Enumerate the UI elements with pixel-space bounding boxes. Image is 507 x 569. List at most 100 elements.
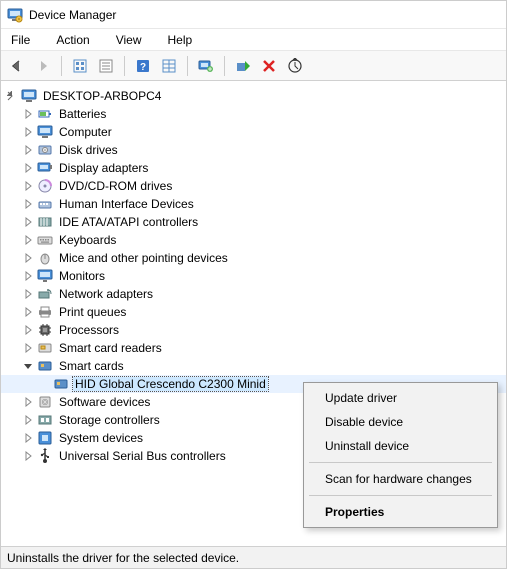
menu-file[interactable]: File <box>7 31 34 49</box>
category-label: Universal Serial Bus controllers <box>57 449 228 463</box>
ctx-properties[interactable]: Properties <box>307 500 494 524</box>
menu-view[interactable]: View <box>112 31 146 49</box>
expand-toggle[interactable] <box>21 123 35 141</box>
forward-button[interactable] <box>31 54 55 78</box>
tree-category[interactable]: Processors <box>1 321 506 339</box>
tree-category[interactable]: Computer <box>1 123 506 141</box>
category-label: System devices <box>57 431 145 445</box>
tree-category[interactable]: Print queues <box>1 303 506 321</box>
app-icon <box>7 7 23 23</box>
category-label: Computer <box>57 125 114 139</box>
statusbar-text: Uninstalls the driver for the selected d… <box>7 551 239 565</box>
category-label: DVD/CD-ROM drives <box>57 179 174 193</box>
uninstall-button[interactable] <box>257 54 281 78</box>
expand-toggle[interactable] <box>21 303 35 321</box>
monitor-icon <box>37 268 53 284</box>
enable-device-button[interactable] <box>231 54 255 78</box>
processor-icon <box>37 322 53 338</box>
tree-category[interactable]: Keyboards <box>1 231 506 249</box>
tree-category[interactable]: Batteries <box>1 105 506 123</box>
smartcard-icon <box>37 358 53 374</box>
expand-toggle[interactable] <box>21 411 35 429</box>
toolbar-separator <box>61 56 62 76</box>
category-label: Processors <box>57 323 121 337</box>
computer-icon <box>37 124 53 140</box>
category-label: Smart card readers <box>57 341 164 355</box>
software-device-icon <box>37 394 53 410</box>
toolbar-separator <box>224 56 225 76</box>
view-type-button[interactable] <box>157 54 181 78</box>
expand-toggle[interactable] <box>21 141 35 159</box>
tree-category[interactable]: Network adapters <box>1 285 506 303</box>
mouse-icon <box>37 250 53 266</box>
expand-toggle[interactable] <box>21 177 35 195</box>
expand-toggle[interactable] <box>21 195 35 213</box>
keyboard-icon <box>37 232 53 248</box>
ctx-separator <box>309 495 492 496</box>
device-label: HID Global Crescendo C2300 Minid <box>73 377 268 391</box>
category-label: Mice and other pointing devices <box>57 251 230 265</box>
tree-category[interactable]: Display adapters <box>1 159 506 177</box>
tree-category[interactable]: Mice and other pointing devices <box>1 249 506 267</box>
optical-drive-icon <box>37 178 53 194</box>
expand-toggle[interactable] <box>21 447 35 465</box>
category-label: Keyboards <box>57 233 118 247</box>
expand-toggle[interactable] <box>21 249 35 267</box>
tree-category[interactable]: DVD/CD-ROM drives <box>1 177 506 195</box>
expand-toggle[interactable] <box>21 339 35 357</box>
smartcard-reader-icon <box>37 340 53 356</box>
ctx-update-driver[interactable]: Update driver <box>307 386 494 410</box>
root-label: DESKTOP-ARBOPC4 <box>41 89 163 103</box>
expand-toggle[interactable] <box>21 159 35 177</box>
menu-help[interactable]: Help <box>164 31 197 49</box>
expand-toggle[interactable] <box>21 285 35 303</box>
category-label: Human Interface Devices <box>57 197 196 211</box>
tree-category[interactable]: Smart cards <box>1 357 506 375</box>
network-adapter-icon <box>37 286 53 302</box>
storage-controller-icon <box>37 412 53 428</box>
ctx-scan-hardware[interactable]: Scan for hardware changes <box>307 467 494 491</box>
expand-toggle[interactable] <box>21 213 35 231</box>
toolbar-separator <box>124 56 125 76</box>
display-adapter-icon <box>37 160 53 176</box>
ide-icon <box>37 214 53 230</box>
usb-icon <box>37 448 53 464</box>
category-label: Network adapters <box>57 287 155 301</box>
ctx-uninstall-device[interactable]: Uninstall device <box>307 434 494 458</box>
expand-toggle[interactable] <box>21 357 35 375</box>
smartcard-device-icon <box>53 376 69 392</box>
show-hidden-button[interactable] <box>68 54 92 78</box>
expand-toggle[interactable] <box>21 321 35 339</box>
expand-toggle[interactable] <box>21 267 35 285</box>
expand-toggle[interactable] <box>21 105 35 123</box>
tree-category[interactable]: IDE ATA/ATAPI controllers <box>1 213 506 231</box>
category-label: Software devices <box>57 395 152 409</box>
statusbar: Uninstalls the driver for the selected d… <box>1 546 506 568</box>
window-title: Device Manager <box>29 8 116 22</box>
printer-icon <box>37 304 53 320</box>
help-button[interactable]: ? <box>131 54 155 78</box>
category-label: Display adapters <box>57 161 150 175</box>
toolbar: ? <box>1 51 506 81</box>
tree-root[interactable]: DESKTOP-ARBOPC4 <box>1 87 506 105</box>
hid-icon <box>37 196 53 212</box>
expand-toggle[interactable] <box>5 87 19 105</box>
toolbar-separator <box>187 56 188 76</box>
tree-category[interactable]: Human Interface Devices <box>1 195 506 213</box>
ctx-disable-device[interactable]: Disable device <box>307 410 494 434</box>
tree-category[interactable]: Smart card readers <box>1 339 506 357</box>
titlebar: Device Manager <box>1 1 506 29</box>
update-driver-button[interactable] <box>194 54 218 78</box>
category-label: Storage controllers <box>57 413 162 427</box>
context-menu: Update driver Disable device Uninstall d… <box>303 382 498 528</box>
menu-action[interactable]: Action <box>52 31 93 49</box>
scan-hardware-button[interactable] <box>283 54 307 78</box>
tree-category[interactable]: Disk drives <box>1 141 506 159</box>
expand-toggle[interactable] <box>21 231 35 249</box>
properties-button[interactable] <box>94 54 118 78</box>
back-button[interactable] <box>5 54 29 78</box>
expand-toggle[interactable] <box>21 429 35 447</box>
menubar: File Action View Help <box>1 29 506 51</box>
tree-category[interactable]: Monitors <box>1 267 506 285</box>
expand-toggle[interactable] <box>21 393 35 411</box>
